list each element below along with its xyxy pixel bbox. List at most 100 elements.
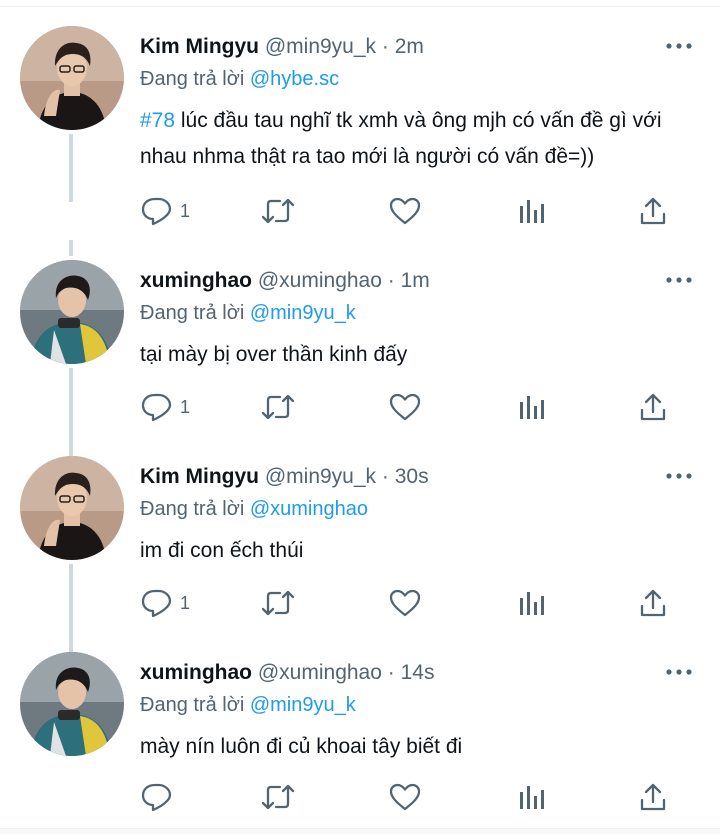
bottom-divider: [0, 828, 720, 834]
reply-button[interactable]: 1: [140, 390, 190, 424]
share-icon: [638, 392, 668, 422]
more-icon[interactable]: [666, 662, 692, 682]
share-icon: [638, 782, 668, 812]
retweet-icon: [260, 196, 296, 226]
mention-link[interactable]: @min9yu_k: [250, 302, 356, 324]
handle[interactable]: @xuminghao: [258, 269, 382, 292]
retweet-button[interactable]: [260, 390, 296, 424]
like-button[interactable]: [388, 390, 422, 424]
tweet-text: #78 lúc đầu tau nghĩ tk xmh và ông mjh c…: [140, 103, 700, 175]
more-icon[interactable]: [666, 466, 692, 486]
timestamp[interactable]: 1m: [401, 269, 430, 292]
retweet-icon: [260, 588, 296, 618]
retweet-button[interactable]: [260, 194, 296, 228]
tweet[interactable]: Kim Mingyu @min9yu_k · 30s Đang trả lời …: [0, 436, 720, 652]
share-button[interactable]: [638, 194, 668, 228]
reply-count: 1: [180, 396, 191, 417]
reply-icon: [140, 588, 174, 618]
retweet-icon: [260, 392, 296, 422]
retweet-button[interactable]: [260, 586, 296, 620]
display-name[interactable]: Kim Mingyu: [140, 465, 259, 488]
like-button[interactable]: [388, 780, 422, 814]
reply-button[interactable]: [140, 780, 180, 814]
display-name[interactable]: xuminghao: [140, 269, 252, 292]
tweet[interactable]: xuminghao @xuminghao · 14s Đang trả lời …: [0, 632, 720, 828]
replying-to: Đang trả lời @hybe.sc: [140, 68, 339, 91]
replying-to: Đang trả lời @min9yu_k: [140, 302, 356, 325]
display-name[interactable]: Kim Mingyu: [140, 35, 259, 58]
analytics-button[interactable]: [518, 390, 546, 424]
replying-to: Đang trả lời @xuminghao: [140, 498, 368, 521]
more-icon[interactable]: [666, 36, 692, 56]
share-button[interactable]: [638, 586, 668, 620]
action-bar: 1: [140, 390, 685, 424]
tweet-text: tại mày bị over thần kinh đấy: [140, 343, 408, 366]
retweet-icon: [260, 782, 296, 812]
reply-count: 1: [180, 592, 191, 613]
mention-link[interactable]: @min9yu_k: [250, 694, 356, 716]
tweet-text: im đi con ếch thúi: [140, 539, 304, 562]
share-button[interactable]: [638, 780, 668, 814]
more-icon[interactable]: [666, 270, 692, 290]
thread-line: [69, 240, 73, 256]
avatar[interactable]: [20, 26, 124, 130]
handle[interactable]: @min9yu_k: [265, 465, 376, 488]
reply-button[interactable]: 1: [140, 194, 190, 228]
share-icon: [638, 196, 668, 226]
separator: ·: [381, 465, 389, 488]
reply-icon: [140, 196, 174, 226]
replying-label: Đang trả lời: [140, 68, 245, 90]
action-bar: 1: [140, 194, 685, 228]
hashtag-link[interactable]: #78: [140, 109, 175, 132]
tweet-header: xuminghao @xuminghao · 14s: [140, 661, 660, 685]
like-button[interactable]: [388, 586, 422, 620]
like-icon: [388, 588, 422, 618]
tweet-body: lúc đầu tau nghĩ tk xmh và ông mjh có vấ…: [140, 109, 662, 168]
analytics-button[interactable]: [518, 586, 546, 620]
reply-icon: [140, 392, 174, 422]
handle[interactable]: @xuminghao: [258, 661, 382, 684]
share-icon: [638, 588, 668, 618]
tweet[interactable]: Kim Mingyu @min9yu_k · 2m Đang trả lời @…: [0, 6, 720, 226]
mention-link[interactable]: @hybe.sc: [250, 68, 339, 90]
like-icon: [388, 196, 422, 226]
timestamp[interactable]: 2m: [395, 35, 424, 58]
separator: ·: [387, 661, 395, 684]
action-bar: [140, 780, 685, 814]
separator: ·: [381, 35, 389, 58]
avatar[interactable]: [20, 456, 124, 560]
avatar[interactable]: [20, 260, 124, 364]
tweet-text: mày nín luôn đi củ khoai tây biết đi: [140, 735, 463, 758]
analytics-button[interactable]: [518, 780, 546, 814]
like-icon: [388, 392, 422, 422]
reply-button[interactable]: 1: [140, 586, 190, 620]
tweet-header: Kim Mingyu @min9yu_k · 30s: [140, 465, 660, 489]
retweet-button[interactable]: [260, 780, 296, 814]
replying-label: Đang trả lời: [140, 498, 245, 520]
reply-icon: [140, 782, 174, 812]
replying-label: Đang trả lời: [140, 694, 245, 716]
replying-to: Đang trả lời @min9yu_k: [140, 694, 356, 717]
thread-line: [69, 134, 73, 202]
share-button[interactable]: [638, 390, 668, 424]
tweet[interactable]: xuminghao @xuminghao · 1m Đang trả lời @…: [0, 240, 720, 456]
display-name[interactable]: xuminghao: [140, 661, 252, 684]
analytics-icon: [518, 196, 546, 226]
thread-line: [69, 632, 73, 648]
analytics-icon: [518, 588, 546, 618]
avatar[interactable]: [20, 652, 124, 756]
analytics-button[interactable]: [518, 194, 546, 228]
replying-label: Đang trả lời: [140, 302, 245, 324]
timestamp[interactable]: 30s: [395, 465, 429, 488]
like-icon: [388, 782, 422, 812]
mention-link[interactable]: @xuminghao: [250, 498, 368, 520]
like-button[interactable]: [388, 194, 422, 228]
thread-line: [69, 436, 73, 452]
tweet-header: xuminghao @xuminghao · 1m: [140, 269, 660, 293]
handle[interactable]: @min9yu_k: [265, 35, 376, 58]
action-bar: 1: [140, 586, 685, 620]
analytics-icon: [518, 392, 546, 422]
tweet-header: Kim Mingyu @min9yu_k · 2m: [140, 35, 660, 59]
reply-count: 1: [180, 200, 191, 221]
timestamp[interactable]: 14s: [401, 661, 435, 684]
